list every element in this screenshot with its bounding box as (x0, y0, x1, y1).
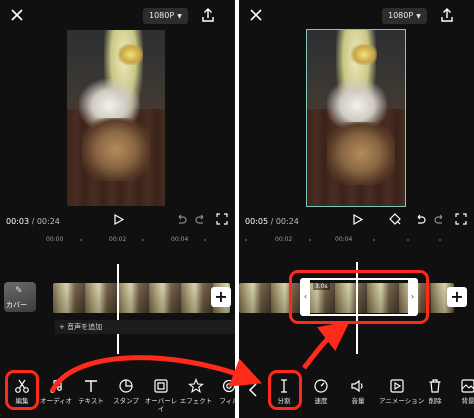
arrow-split-to-clip (302, 320, 350, 370)
arrow-left-to-right (49, 355, 263, 394)
annotation-arrows (49, 320, 350, 394)
